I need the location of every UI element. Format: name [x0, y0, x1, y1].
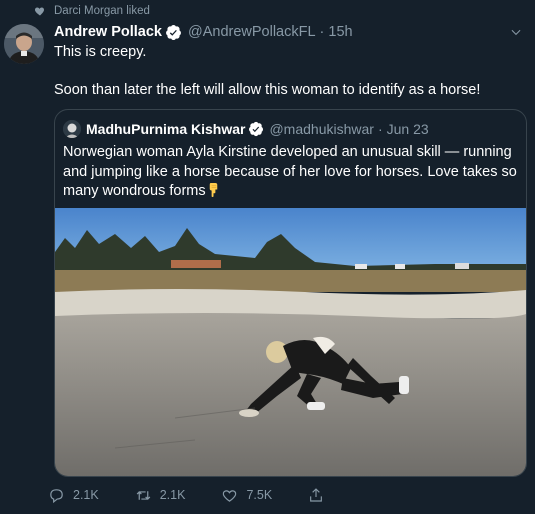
quoted-avatar [63, 120, 81, 138]
social-context: Darci Morgan liked [34, 3, 150, 19]
tweet-card[interactable]: Darci Morgan liked Andrew Pollack @Andre… [0, 0, 535, 514]
quoted-tweet-text-body: Norwegian woman Ayla Kirstine developed … [63, 144, 517, 199]
tweet-time[interactable]: 15h [328, 24, 352, 40]
verified-badge-icon [166, 24, 181, 40]
separator-dot: · [319, 24, 325, 40]
verified-badge-icon [249, 121, 264, 137]
chevron-down-icon[interactable] [509, 25, 523, 39]
quoted-media-video[interactable] [55, 208, 526, 476]
avatar[interactable] [4, 24, 44, 64]
author-name[interactable]: Andrew Pollack [54, 24, 162, 40]
separator-dot: · [377, 121, 383, 137]
heart-icon [223, 489, 237, 502]
share-button[interactable] [308, 487, 324, 503]
retweet-count: 2.1K [159, 488, 186, 502]
tweet-text-line: Soon than later the left will allow this… [54, 82, 481, 98]
quoted-tweet-time: Jun 23 [386, 121, 429, 137]
like-count: 7.5K [246, 488, 273, 502]
quoted-author-name[interactable]: MadhuPurnima Kishwar [86, 121, 245, 137]
quoted-tweet-header: MadhuPurnima Kishwar @madhukishwar · Jun… [63, 120, 429, 138]
beach-photo [55, 208, 526, 476]
tweet-text-line: This is creepy. [54, 44, 147, 60]
tweet-actions: 2.1K 2.1K 7.5K [48, 484, 360, 506]
avatar-image [4, 24, 44, 64]
tweet-header: Andrew Pollack @AndrewPollackFL · 15h [54, 22, 495, 42]
like-button[interactable]: 7.5K [221, 487, 272, 504]
retweet-button[interactable]: 2.1K [135, 487, 186, 504]
reply-count: 2.1K [73, 488, 99, 502]
heart-icon [34, 7, 45, 16]
quoted-author-handle: @madhukishwar [269, 121, 374, 137]
quoted-tweet[interactable]: MadhuPurnima Kishwar @madhukishwar · Jun… [54, 109, 527, 477]
reply-icon [50, 488, 63, 503]
tweet-text: This is creepy. Soon than later the left… [54, 43, 524, 100]
backhand-index-pointing-down-icon [209, 182, 217, 197]
quoted-tweet-text: Norwegian woman Ayla Kirstine developed … [63, 143, 518, 202]
share-icon [310, 488, 323, 502]
retweet-icon [136, 490, 151, 500]
reply-button[interactable]: 2.1K [48, 487, 99, 504]
social-context-text: Darci Morgan liked [54, 5, 150, 17]
author-handle[interactable]: @AndrewPollackFL [188, 24, 316, 40]
